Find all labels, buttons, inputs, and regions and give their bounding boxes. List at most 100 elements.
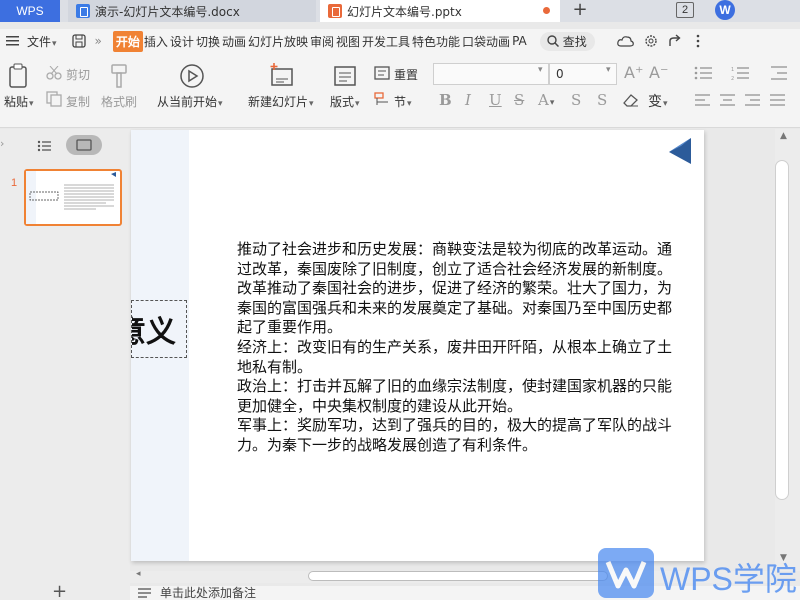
tab-wps-label: WPS bbox=[16, 4, 44, 18]
hamburger-icon[interactable] bbox=[6, 35, 20, 47]
text-shadow-button[interactable]: S bbox=[571, 91, 581, 109]
reset-button[interactable]: 重置 bbox=[394, 66, 418, 83]
align-left-icon[interactable] bbox=[694, 93, 712, 107]
new-slide-button[interactable]: 新建幻灯片 bbox=[248, 93, 314, 110]
tab-docx[interactable]: 演示-幻灯片文本编号.docx bbox=[68, 0, 316, 22]
italic-button[interactable]: I bbox=[465, 91, 471, 109]
tab-pa[interactable]: PA bbox=[511, 34, 528, 48]
cloud-sync-icon[interactable] bbox=[616, 34, 635, 48]
tab-insert[interactable]: 插入 bbox=[143, 33, 169, 50]
justify-icon[interactable] bbox=[769, 93, 787, 107]
wps-academy-watermark: WPS学院 bbox=[598, 546, 800, 600]
paste-icon[interactable] bbox=[8, 63, 30, 89]
copy-icon[interactable] bbox=[46, 91, 62, 107]
slide-view-toggle[interactable] bbox=[66, 135, 102, 155]
bullet-list-icon[interactable] bbox=[694, 65, 716, 81]
format-painter-icon[interactable] bbox=[108, 63, 130, 89]
section-button[interactable]: 节 bbox=[394, 93, 412, 110]
font-color-button[interactable]: A bbox=[538, 91, 554, 109]
slide-thumbnail-panel: › 1 + bbox=[0, 129, 130, 600]
more-tools-chevron[interactable]: » bbox=[94, 34, 103, 48]
tab-transition[interactable]: 切换 bbox=[195, 33, 221, 50]
numbered-list-icon[interactable]: 12 bbox=[731, 65, 753, 81]
new-slide-icon[interactable] bbox=[269, 63, 295, 89]
copy-button[interactable]: 复制 bbox=[66, 93, 90, 110]
account-avatar[interactable]: W bbox=[715, 0, 735, 20]
character-spacing-button[interactable]: S bbox=[597, 91, 607, 109]
tab-features[interactable]: 特色功能 bbox=[411, 33, 461, 50]
tab-slideshow[interactable]: 幻灯片放映 bbox=[247, 33, 309, 50]
outline-view-icon[interactable] bbox=[37, 139, 53, 153]
tab-design[interactable]: 设计 bbox=[169, 33, 195, 50]
body-paragraph-4: 军事上：奖励军功，达到了强兵的目的，极大的提高了军队的战斗力。为秦下一步的战略发… bbox=[237, 416, 673, 454]
phonetic-guide-button[interactable]: 变 bbox=[648, 91, 668, 111]
font-name-select[interactable] bbox=[433, 63, 549, 85]
horizontal-scrollbar-thumb[interactable] bbox=[308, 571, 608, 581]
tab-review[interactable]: 审阅 bbox=[309, 33, 335, 50]
strikethrough-button[interactable]: S bbox=[514, 91, 524, 109]
scroll-left-icon[interactable]: ◂ bbox=[136, 569, 141, 579]
underline-button[interactable]: U bbox=[489, 91, 502, 109]
menu-bar: 文件 » 开始 插入 设计 切换 动画 幻灯片放映 审阅 视图 开发工具 特色功… bbox=[0, 29, 800, 53]
scroll-up-icon[interactable]: ▲ bbox=[780, 131, 787, 141]
font-size-chevron-icon[interactable]: ▾ bbox=[606, 65, 611, 75]
font-name-chevron-icon[interactable]: ▾ bbox=[538, 65, 543, 75]
vertical-scrollbar-thumb[interactable] bbox=[775, 160, 789, 500]
format-painter-button[interactable]: 格式刷 bbox=[101, 93, 137, 110]
settings-gear-icon[interactable] bbox=[643, 33, 659, 49]
layout-icon[interactable] bbox=[334, 66, 356, 86]
slide-1[interactable]: 意义 推动了社会进步和历史发展：商鞅变法是较为彻底的改革运动。通过改革，秦国废除… bbox=[131, 130, 704, 561]
writer-doc-icon bbox=[76, 4, 90, 18]
save-icon[interactable] bbox=[71, 34, 86, 48]
section-icon[interactable] bbox=[374, 92, 390, 106]
slide-thumbnail-1[interactable] bbox=[24, 169, 122, 226]
tab-home[interactable]: 开始 bbox=[112, 30, 143, 52]
indent-icon[interactable] bbox=[769, 65, 791, 81]
cut-button[interactable]: 剪切 bbox=[66, 66, 90, 83]
more-options-icon[interactable] bbox=[691, 34, 705, 48]
svg-text:2: 2 bbox=[731, 76, 734, 81]
slide-view-icon bbox=[76, 139, 92, 151]
reset-icon[interactable] bbox=[374, 66, 390, 80]
slide-title: 意义 bbox=[132, 315, 176, 350]
play-icon[interactable] bbox=[179, 63, 205, 89]
align-center-icon[interactable] bbox=[719, 93, 737, 107]
slide-thumbnail-preview bbox=[26, 171, 116, 224]
body-paragraph-3: 政治上：打击并瓦解了旧的血缘宗法制度，使封建国家机器的只能更加健全，中央集权制度… bbox=[237, 377, 673, 415]
collapse-panel-chevron-icon[interactable]: › bbox=[0, 137, 4, 150]
body-text-box[interactable]: 推动了社会进步和历史发展：商鞅变法是较为彻底的改革运动。通过改革，秦国废除了旧制… bbox=[237, 240, 682, 456]
clear-format-eraser-icon[interactable] bbox=[622, 92, 640, 108]
tab-wps-home[interactable]: WPS bbox=[0, 0, 60, 22]
tab-pocket-animation[interactable]: 口袋动画 bbox=[461, 33, 511, 50]
layout-button[interactable]: 版式 bbox=[330, 93, 360, 110]
add-slide-plus-icon[interactable]: + bbox=[52, 581, 67, 600]
title-bar: WPS 演示-幻灯片文本编号.docx 幻灯片文本编号.pptx + 2 W bbox=[0, 0, 800, 22]
tab-developer[interactable]: 开发工具 bbox=[361, 33, 411, 50]
new-tab-button[interactable]: + bbox=[570, 0, 590, 22]
tab-animation[interactable]: 动画 bbox=[221, 33, 247, 50]
corner-triangle-decoration bbox=[669, 138, 691, 164]
notes-icon bbox=[138, 588, 151, 598]
search-box[interactable]: 查找 bbox=[539, 31, 595, 51]
cut-icon[interactable] bbox=[46, 66, 62, 80]
search-label: 查找 bbox=[562, 34, 587, 49]
window-count-badge[interactable]: 2 bbox=[676, 2, 694, 18]
grow-font-button[interactable]: A⁺ bbox=[624, 63, 643, 82]
svg-text:1: 1 bbox=[731, 67, 734, 73]
tab-view[interactable]: 视图 bbox=[335, 33, 361, 50]
body-paragraph-1: 推动了社会进步和历史发展：商鞅变法是较为彻底的改革运动。通过改革，秦国废除了旧制… bbox=[237, 240, 673, 337]
tab-pptx[interactable]: 幻灯片文本编号.pptx bbox=[320, 0, 560, 22]
paste-button[interactable]: 粘贴 bbox=[4, 93, 34, 110]
share-icon[interactable] bbox=[667, 33, 683, 49]
play-from-current-button[interactable]: 从当前开始 bbox=[157, 93, 223, 110]
unsaved-dot-icon[interactable] bbox=[543, 7, 550, 14]
shrink-font-button[interactable]: A⁻ bbox=[649, 63, 668, 82]
align-right-icon[interactable] bbox=[744, 93, 762, 107]
font-size-value: 0 bbox=[556, 67, 564, 81]
slide-number: 1 bbox=[11, 177, 18, 189]
file-menu[interactable]: 文件 bbox=[26, 33, 58, 50]
bold-button[interactable]: B bbox=[439, 91, 452, 109]
notes-placeholder: 单击此处添加备注 bbox=[160, 586, 257, 600]
title-placeholder[interactable]: 意义 bbox=[131, 300, 187, 358]
watermark-text: WPS学院 bbox=[660, 561, 797, 597]
